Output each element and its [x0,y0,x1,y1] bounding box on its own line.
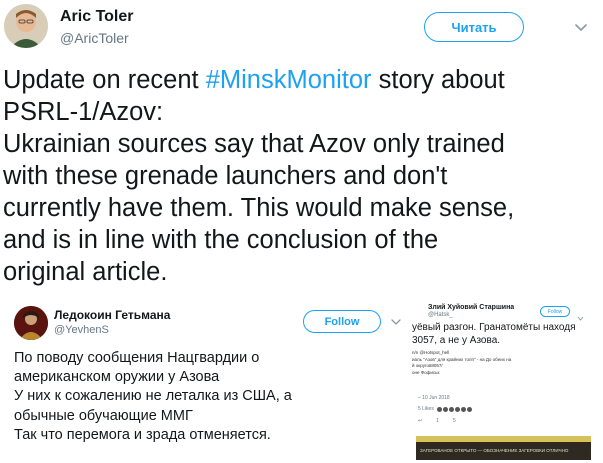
reply-icon: ↩ [418,418,423,424]
quoted-screenshot-1: Ледокоин Гетьмана @YevhenS Follow По пов… [0,298,402,463]
tweet-text-part: story about PSRL-1/Azov: Ukrainian sourc… [3,66,515,286]
quoted-tweet-text: По поводу сообщения Нацгвардии о америка… [14,350,292,443]
quoted-screenshot-2: Злий Хуйовий Старшина @Hatsk_ Follow уёв… [412,298,603,463]
user-handle: @Hatsk_ [428,312,453,318]
quoted-tweet-text: уёвый разгон. Гранатомёты находя 3057, а… [412,322,576,346]
follow-button: Follow [303,310,381,333]
follow-button[interactable]: Читать [424,12,524,42]
user-handle: @YevhenS [54,324,109,336]
display-name: Злий Хуйовий Старшина [428,304,515,311]
avatar [14,306,48,340]
embedded-image: ЗАГЕРОВАНОЕ ОТКРЫТО — ОБОЗНАЧЕНИЕ ЗАГЕРО… [416,436,591,460]
timestamp: – 10 Jun 2018 [418,395,450,401]
tweet-text-part: Update on recent [3,66,206,94]
user-handle[interactable]: @AricToler [60,30,129,46]
action-bar: ↩ 1 5 [418,418,456,424]
like-count: 5 [452,418,456,424]
embedded-tweet-text: n/n @Hotspot_hell иаль "Азов" для крайни… [412,350,512,375]
chevron-down-icon [390,315,402,327]
chevron-down-icon [577,309,584,321]
hashtag-link[interactable]: #MinskMonitor [206,66,372,94]
likes-row: 5 Likes [418,406,472,412]
avatar[interactable] [4,4,48,48]
tweet-text: Update on recent #MinskMonitor story abo… [3,64,599,288]
image-caption: ЗАГЕРОВАНОЕ ОТКРЫТО — ОБОЗНАЧЕНИЕ ЗАГЕРО… [420,448,569,453]
chevron-down-icon[interactable] [573,19,589,35]
liker-avatars [436,406,472,412]
display-name[interactable]: Aric Toler [60,8,134,26]
likes-count: 5 Likes [418,406,434,412]
retweet-count: 1 [436,418,439,424]
display-name: Ледокоин Гетьмана [54,308,171,322]
follow-button: Follow [540,306,570,317]
tweet: Aric Toler @AricToler Читать Update on r… [0,0,603,463]
